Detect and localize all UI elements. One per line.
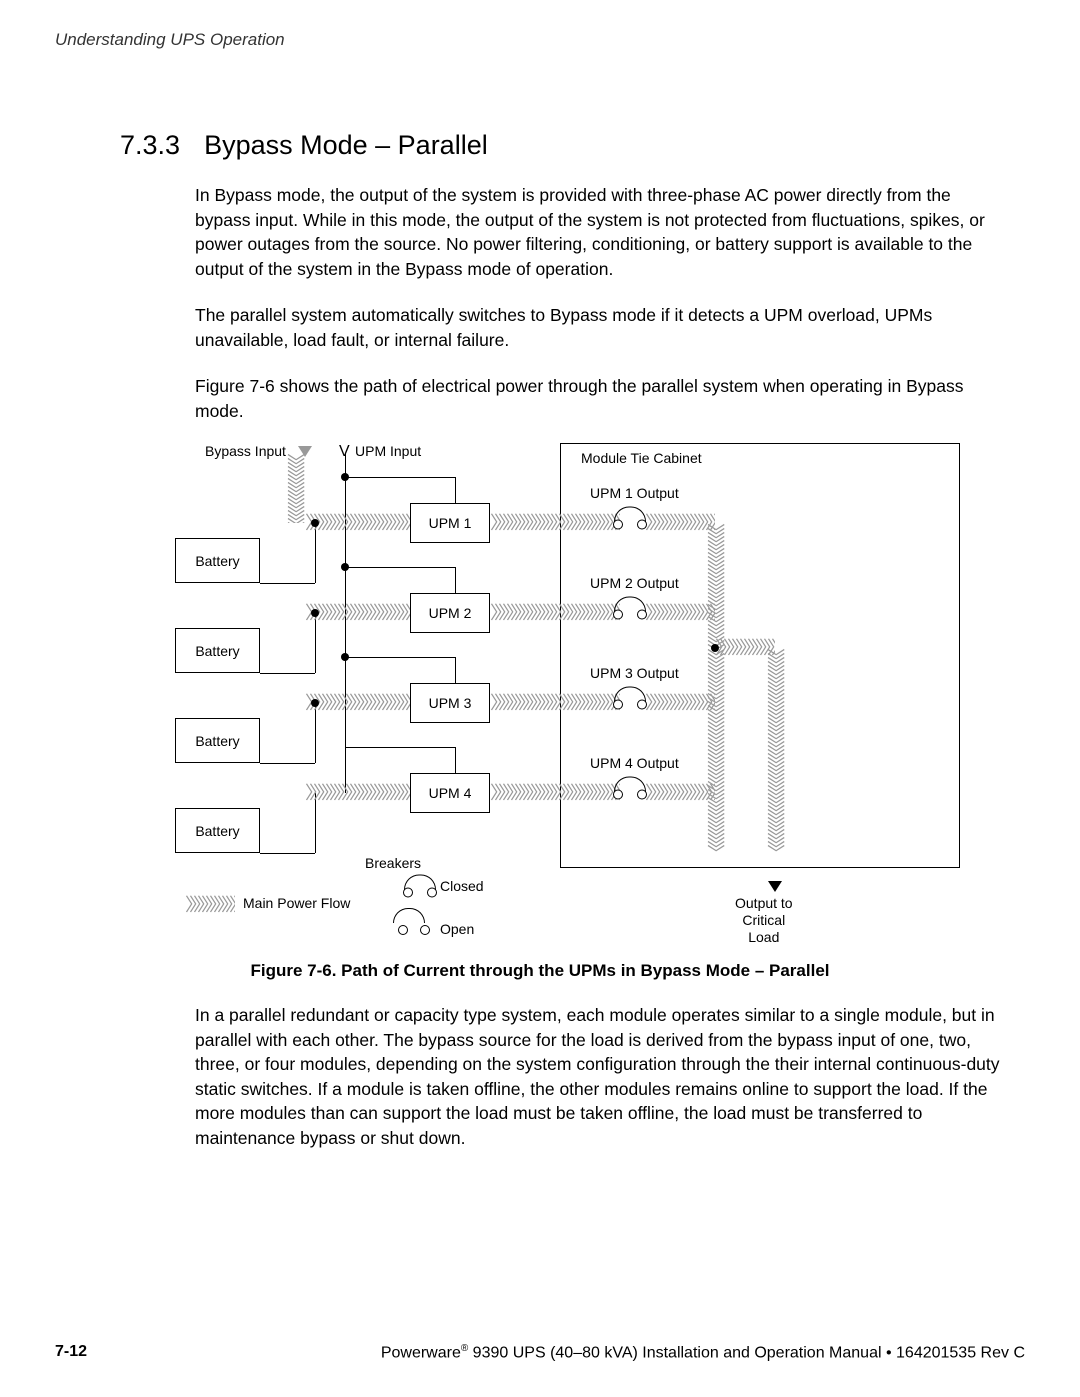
upm-2-label: UPM 2 xyxy=(429,605,472,621)
legend-open-symbol xyxy=(393,908,425,923)
upm-3-box: UPM 3 xyxy=(410,683,490,723)
open-circle-icon xyxy=(398,925,408,935)
paragraph-4: In a parallel redundant or capacity type… xyxy=(195,1003,1000,1150)
label-upm2-out: UPM 2 Output xyxy=(590,575,679,591)
node-dot xyxy=(311,609,319,617)
flow-upm4-in xyxy=(305,783,410,803)
flow-upm1-out xyxy=(490,513,620,533)
line xyxy=(455,657,456,683)
paragraph-1: In Bypass mode, the output of the system… xyxy=(195,183,1000,281)
flow-upm1-in xyxy=(305,513,410,533)
open-circle-icon xyxy=(420,925,430,935)
label-open: Open xyxy=(440,921,474,937)
flow-tie-bus-a xyxy=(705,523,725,648)
battery-4: Battery xyxy=(175,808,260,853)
section-number: 7.3.3 xyxy=(120,130,180,161)
breaker-upm2 xyxy=(613,597,647,620)
battery-3-label: Battery xyxy=(195,733,239,749)
upm-3-label: UPM 3 xyxy=(429,695,472,711)
flow-upm3-out xyxy=(490,693,620,713)
node-dot xyxy=(341,563,349,571)
upm-4-box: UPM 4 xyxy=(410,773,490,813)
arrow-down-icon xyxy=(768,881,782,892)
flow-upm3-in xyxy=(305,693,410,713)
node-dot xyxy=(341,473,349,481)
flow-bypass-in xyxy=(285,453,305,523)
flow-output-down xyxy=(765,648,785,888)
paragraph-3: Figure 7-6 shows the path of electrical … xyxy=(195,374,1000,423)
label-upm1-out: UPM 1 Output xyxy=(590,485,679,501)
flow-upm2-out xyxy=(490,603,620,623)
body-top: In Bypass mode, the output of the system… xyxy=(195,183,1000,423)
figure-7-6-diagram: Bypass Input UPM Input Module Tie Cabine… xyxy=(130,443,970,943)
legend-closed-symbol xyxy=(403,875,437,898)
breaker-upm3 xyxy=(613,687,647,710)
legend-flow-icon xyxy=(185,895,235,915)
page-footer: 7-12 Powerware® 9390 UPS (40–80 kVA) Ins… xyxy=(55,1343,1025,1362)
upm-2-box: UPM 2 xyxy=(410,593,490,633)
line xyxy=(455,567,456,593)
battery-4-label: Battery xyxy=(195,823,239,839)
battery-2-label: Battery xyxy=(195,643,239,659)
label-critical-load: Output to Critical Load xyxy=(735,895,793,945)
label-bypass-input: Bypass Input xyxy=(205,443,286,459)
line xyxy=(260,763,315,764)
line xyxy=(345,477,455,478)
label-main-power-flow: Main Power Flow xyxy=(243,895,350,911)
flow-upm2-in xyxy=(305,603,410,623)
figure-caption: Figure 7-6. Path of Current through the … xyxy=(55,961,1025,981)
upm-4-label: UPM 4 xyxy=(429,785,472,801)
upm-1-label: UPM 1 xyxy=(429,515,472,531)
line-upm-input xyxy=(345,453,346,793)
body-bottom: In a parallel redundant or capacity type… xyxy=(195,1003,1000,1150)
line xyxy=(260,673,315,674)
page-root: Understanding UPS Operation 7.3.3 Bypass… xyxy=(0,0,1080,1397)
footer-doc: 9390 UPS (40–80 kVA) Installation and Op… xyxy=(468,1344,1025,1361)
node-dot xyxy=(711,644,719,652)
line xyxy=(345,747,455,748)
page-number: 7-12 xyxy=(55,1343,87,1362)
section-title: Bypass Mode – Parallel xyxy=(204,130,488,161)
battery-3: Battery xyxy=(175,718,260,763)
node-dot xyxy=(311,699,319,707)
line xyxy=(260,853,315,854)
label-mtc: Module Tie Cabinet xyxy=(581,450,702,466)
node-dot xyxy=(341,653,349,661)
label-upm-input: UPM Input xyxy=(355,443,421,459)
footer-line: Powerware® 9390 UPS (40–80 kVA) Installa… xyxy=(381,1343,1025,1362)
label-upm3-out: UPM 3 Output xyxy=(590,665,679,681)
line xyxy=(455,477,456,503)
flow-tie-bus-b xyxy=(705,648,725,863)
battery-1-label: Battery xyxy=(195,553,239,569)
running-head: Understanding UPS Operation xyxy=(55,30,1025,50)
footer-brand: Powerware xyxy=(381,1344,461,1361)
breaker-upm1 xyxy=(613,507,647,530)
chevron-down-icon xyxy=(298,446,312,457)
paragraph-2: The parallel system automatically switch… xyxy=(195,303,1000,352)
upm-1-box: UPM 1 xyxy=(410,503,490,543)
line xyxy=(345,567,455,568)
battery-1: Battery xyxy=(175,538,260,583)
label-closed: Closed xyxy=(440,878,484,894)
node-dot xyxy=(311,519,319,527)
line xyxy=(455,747,456,773)
label-breakers: Breakers xyxy=(365,855,421,871)
section-header: 7.3.3 Bypass Mode – Parallel xyxy=(120,130,1025,161)
label-upm4-out: UPM 4 Output xyxy=(590,755,679,771)
breaker-upm4 xyxy=(613,777,647,800)
line xyxy=(260,583,315,584)
battery-2: Battery xyxy=(175,628,260,673)
line xyxy=(345,657,455,658)
flow-upm4-out xyxy=(490,783,620,803)
chevron-down-icon: V xyxy=(339,443,350,461)
